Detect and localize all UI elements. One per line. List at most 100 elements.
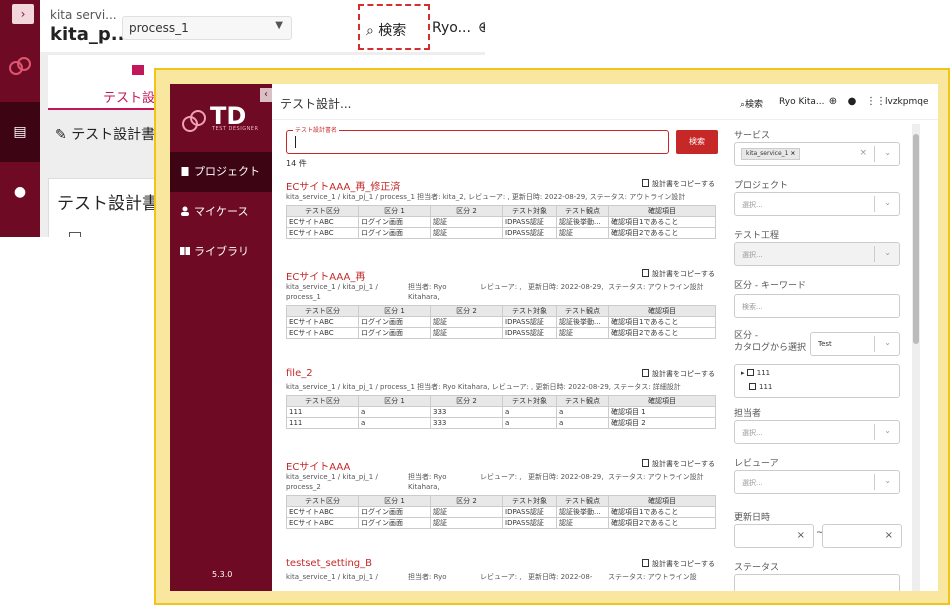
table-cell: 確認項目1であること <box>608 316 716 328</box>
copy-design-button[interactable]: 設計書をコピーする <box>642 179 715 189</box>
globe-icon[interactable]: ⊕ <box>478 18 485 36</box>
account-name[interactable]: lvzkpmqe <box>885 97 929 107</box>
main-content: テスト設計書名 検索 14 件 ECサイトAAA_再_修正済 設計書をコピーする… <box>272 120 938 591</box>
owner-select[interactable]: 選択... ⌄ <box>734 420 900 444</box>
catalog-label-line1: 区分 - <box>734 331 759 341</box>
bg-nav-project[interactable]: ▤ <box>0 102 40 162</box>
service-select[interactable]: kita_service_1 × × ⌄ <box>734 142 900 166</box>
table-cell: a <box>556 406 609 418</box>
filter-panel: サービス kita_service_1 × × ⌄ プロジェクト 選択... ⌄… <box>728 120 908 591</box>
select-divider <box>874 336 875 352</box>
scrollbar[interactable] <box>912 124 920 591</box>
tree-item-label: 111 <box>756 369 771 377</box>
bg-user-name[interactable]: Ryo... <box>432 20 471 36</box>
select-divider <box>874 246 875 262</box>
copy-label: 設計書をコピーする <box>652 270 715 278</box>
collapse-sidebar-button[interactable]: ‹ <box>260 88 272 102</box>
table-cell: ログイン画面 <box>358 316 431 328</box>
table-cell: IDPASS認証 <box>502 316 557 328</box>
bg-project-name: kita_p... <box>50 24 132 45</box>
copy-label: 設計書をコピーする <box>652 560 715 568</box>
copy-design-button[interactable]: 設計書をコピーする <box>642 369 715 379</box>
bg-edit-row[interactable]: ✎ テスト設計書 <box>55 124 155 144</box>
service-chip: kita_service_1 × <box>741 148 801 160</box>
copy-design-button[interactable]: 設計書をコピーする <box>642 459 715 469</box>
search-button[interactable]: ⌕検索 <box>740 97 763 110</box>
bg-search-button[interactable]: ⌕ 検索 <box>358 4 430 50</box>
design-name-search-input[interactable]: テスト設計書名 <box>286 125 669 154</box>
bg-checkbox[interactable] <box>69 232 81 237</box>
table-cell: IDPASS認証 <box>502 227 557 239</box>
table-cell: 認証後挙動... <box>556 316 609 328</box>
select-divider <box>874 196 875 212</box>
copy-icon <box>642 459 649 467</box>
bg-card-title: テスト設計書 <box>57 194 159 214</box>
copy-icon <box>642 269 649 277</box>
clear-icon[interactable]: × <box>885 530 893 541</box>
bg-process-value: process_1 <box>129 21 189 35</box>
col-header: テスト対象 <box>502 495 557 507</box>
chevron-down-icon: ⌄ <box>884 248 891 257</box>
date-to-input[interactable]: × <box>822 524 902 548</box>
filter-label-status: ステータス <box>734 563 780 573</box>
meta-owner: 担当者: Ryo <box>408 573 447 581</box>
status-select[interactable] <box>734 574 900 591</box>
date-from-input[interactable]: × <box>734 524 814 548</box>
globe-icon[interactable]: ⊕ <box>827 96 839 108</box>
clear-icon[interactable]: × <box>797 530 805 541</box>
nav-item-project[interactable]: プロジェクト <box>170 152 272 192</box>
col-header: テスト区分 <box>286 495 359 507</box>
catalog-value: Test <box>818 340 832 348</box>
design-doc-meta: kita_service_1 / kita_pj_1 / process_2 担… <box>286 472 718 492</box>
tree-checkbox[interactable] <box>746 369 754 376</box>
apps-grid-icon[interactable]: ⋮⋮ <box>866 96 886 108</box>
page-title: テスト設計... <box>280 97 352 111</box>
bg-process-select[interactable]: process_1 ▼ <box>122 16 292 40</box>
meta-status: ステータス: アウトライン設 <box>608 573 697 581</box>
chip-remove-icon[interactable]: × <box>790 150 795 157</box>
bg-sidebar: › ▤ ● <box>0 0 40 237</box>
tree-item-label: 111 <box>759 383 773 391</box>
design-doc-table: テスト区分 区分 1 区分 2 テスト対象 テスト観点 確認項目 ECサイトAB… <box>286 495 716 529</box>
bg-expand-button[interactable]: › <box>12 4 34 24</box>
process-select[interactable]: 選択... ⌄ <box>734 242 900 266</box>
tree-checkbox[interactable] <box>749 383 756 390</box>
catalog-select[interactable]: Test ⌄ <box>810 332 900 356</box>
caret-right-icon[interactable]: ▸ <box>741 369 745 377</box>
bg-header: kita servi... kita_p... process_1 ▼ ⌕ 検索… <box>40 0 485 52</box>
clear-icon[interactable]: × <box>859 148 867 158</box>
person-icon[interactable]: ● <box>12 184 28 200</box>
select-placeholder: 選択... <box>742 201 763 209</box>
account-icon[interactable]: ● <box>846 96 858 108</box>
tree-item[interactable]: 111 <box>749 383 772 393</box>
nav-item-library[interactable]: ライブラリ <box>170 232 272 272</box>
col-header: 確認項目 <box>608 395 716 407</box>
table-cell: IDPASS認証 <box>502 517 557 529</box>
filter-label-reviewer: レビューア <box>734 459 779 469</box>
filter-label-project: プロジェクト <box>734 181 789 191</box>
col-header: 区分 1 <box>358 395 431 407</box>
reviewer-select[interactable]: 選択... ⌄ <box>734 470 900 494</box>
select-placeholder: 選択... <box>742 429 763 437</box>
nav-item-mycase[interactable]: マイケース <box>170 192 272 232</box>
user-name[interactable]: Ryo Kita... <box>779 97 824 107</box>
bg-edit-label: テスト設計書 <box>71 127 156 143</box>
col-header: 確認項目 <box>608 305 716 317</box>
copy-label: 設計書をコピーする <box>652 460 715 468</box>
copy-design-button[interactable]: 設計書をコピーする <box>642 269 715 279</box>
project-select[interactable]: 選択... ⌄ <box>734 192 900 216</box>
meta-reviewer: レビューア: , <box>480 473 522 481</box>
app-window: ‹ TD TEST DESIGNER プロジェクト マイケース ライブラリ 5.… <box>170 84 938 591</box>
table-cell: 認証 <box>430 227 503 239</box>
scrollbar-thumb[interactable] <box>913 134 919 344</box>
table-cell: ECサイトABC <box>286 327 359 339</box>
tree-item[interactable]: ▸ 111 <box>741 369 770 379</box>
copy-design-button[interactable]: 設計書をコピーする <box>642 559 715 569</box>
keyword-input[interactable]: 検索... <box>734 294 900 318</box>
chevron-down-icon: ⌄ <box>884 148 891 157</box>
design-doc-table: テスト区分 区分 1 区分 2 テスト対象 テスト観点 確認項目 111 a 333… <box>286 395 716 429</box>
table-row: ECサイトABC ログイン画面 認証 IDPASS認証 認証後挙動... 確認項目1である… <box>286 316 716 328</box>
search-submit-button[interactable]: 検索 <box>676 130 718 154</box>
col-header: テスト区分 <box>286 205 359 217</box>
caret-down-icon: ▼ <box>275 20 283 31</box>
